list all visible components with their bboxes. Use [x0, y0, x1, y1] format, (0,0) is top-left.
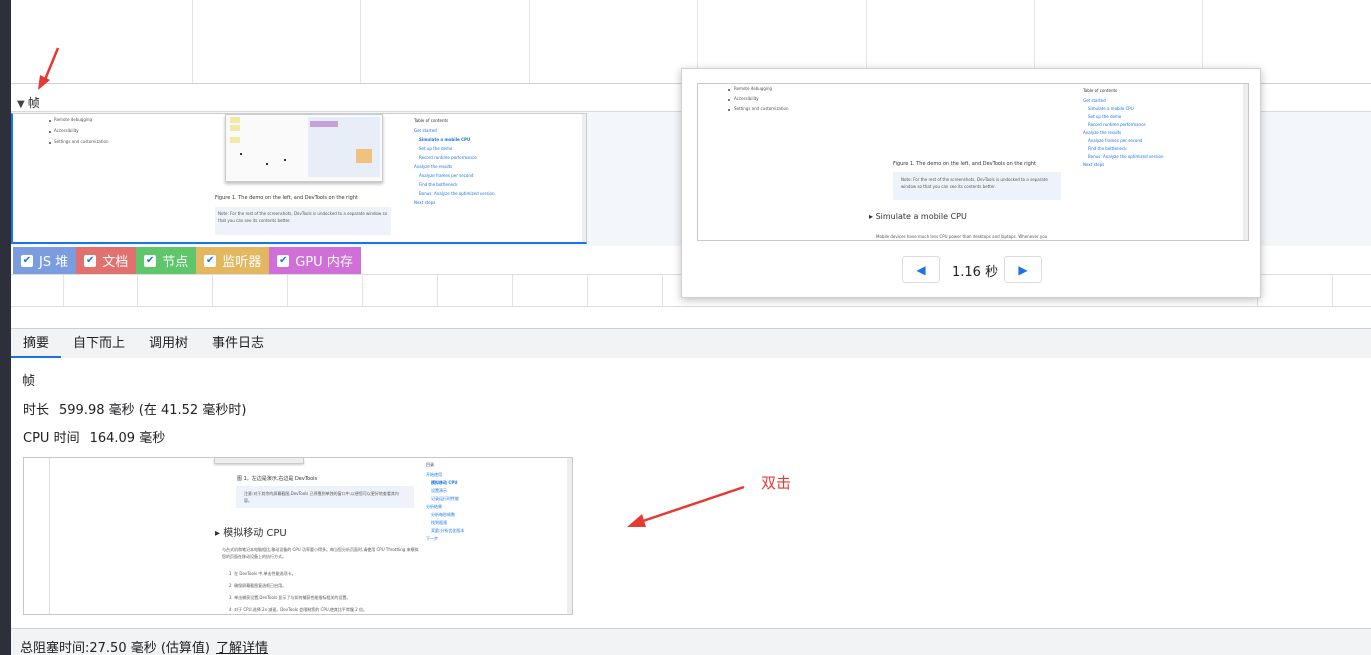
- demo-image: [225, 114, 383, 182]
- thumb-toc-title: Table of contents: [414, 118, 449, 123]
- checkbox-checked-icon[interactable]: ✔: [21, 254, 33, 267]
- screenshot-popover: Remote debugging Accessibility Settings …: [681, 68, 1261, 298]
- thumb-scrollbar: [582, 114, 586, 242]
- triangle-right-icon: ▶: [1018, 262, 1028, 277]
- double-click-annotation: 双击: [761, 474, 792, 492]
- duration-row: 时长 599.98 毫秒 (在 41.52 毫秒时): [23, 399, 246, 418]
- legend-nodes[interactable]: ✔ 节点: [136, 247, 197, 274]
- next-frame-button[interactable]: ▶: [1004, 256, 1042, 283]
- preview-step: 1 在 DevTools 中,单击性能选项卡。: [229, 571, 296, 576]
- tab-bottom-up[interactable]: 自下而上: [61, 329, 137, 358]
- duration-label: 时长: [23, 403, 50, 418]
- tab-event-log[interactable]: 事件日志: [200, 329, 276, 358]
- preview-scrollbar: [567, 458, 572, 614]
- frame-time: 1.16 秒: [952, 265, 999, 280]
- legend-gpu-memory[interactable]: ✔ GPU 内存: [269, 247, 361, 274]
- learn-more-link[interactable]: 了解详情: [216, 641, 268, 655]
- preview-step: 4 对于 CPU,选择 2x 减速。DevTools 会限制您的 CPU,使其比…: [229, 607, 368, 612]
- thumb-bullet: Accessibility: [54, 128, 79, 133]
- thumb-bullet: Remote debugging: [54, 117, 93, 122]
- preview-step: 3 单击捕获设置,DevTools 显示了与如何捕获性能指标相关的设置。: [229, 595, 351, 600]
- total-blocking-time: 总阻塞时间:27.50 毫秒 (估算值): [20, 641, 211, 655]
- duration-value: 599.98 毫秒: [59, 403, 135, 418]
- frame-screenshot-preview[interactable]: 图 1。左边是演示,右边是 DevTools 注意:对于其余的屏幕截图,DevT…: [23, 457, 573, 615]
- summary-title: 帧: [22, 374, 36, 389]
- popover-scrollbar: [1243, 84, 1248, 240]
- summary-panel: 帧 时长 599.98 毫秒 (在 41.52 毫秒时) CPU 时间 164.09…: [11, 358, 1371, 628]
- legend-js-heap[interactable]: ✔ JS 堆: [13, 247, 77, 274]
- legend-documents[interactable]: ✔ 文档: [76, 247, 137, 274]
- cpu-time-label: CPU 时间: [23, 431, 80, 446]
- frames-label[interactable]: ▼ 帧: [17, 94, 40, 111]
- preview-step: 2 确保屏幕截图复选框已启用。: [229, 583, 287, 588]
- popover-navigation: ◀ 1.16 秒 ▶: [682, 256, 1262, 283]
- cpu-time-row: CPU 时间 164.09 毫秒: [23, 427, 165, 446]
- preview-heading: ▸ 模拟移动 CPU: [215, 528, 287, 539]
- preview-caption: 图 1。左边是演示,右边是 DevTools: [237, 476, 318, 482]
- memory-legend: ✔ JS 堆 ✔ 文档 ✔ 节点 ✔ 监听器 ✔ GPU 内存: [13, 247, 361, 274]
- popover-heading: ▸ Simulate a mobile CPU: [869, 212, 967, 221]
- preview-toc-title: 目录: [426, 462, 434, 467]
- preview-note-box: 注意:对于其余的屏幕截图,DevTools 已停靠到单独的窗口中,以便您可以更好…: [236, 486, 414, 508]
- frame-screenshot-thumbnail[interactable]: Remote debugging Accessibility Settings …: [11, 113, 587, 244]
- checkbox-checked-icon[interactable]: ✔: [144, 254, 157, 267]
- duration-at: (在 41.52 毫秒时): [138, 403, 247, 418]
- previous-frame-button[interactable]: ◀: [902, 256, 940, 283]
- details-tabbar: 摘要 自下而上 调用树 事件日志: [11, 328, 1371, 358]
- left-edge-bar: [0, 0, 11, 655]
- thumb-note-box: Note: For the rest of the screenshots, D…: [215, 207, 391, 235]
- status-footer: 总阻塞时间:27.50 毫秒 (估算值) 了解详情: [11, 628, 1371, 655]
- thumb-bullet: Settings and customization: [54, 139, 109, 144]
- checkbox-checked-icon[interactable]: ✔: [84, 254, 97, 267]
- checkbox-checked-icon[interactable]: ✔: [204, 254, 217, 267]
- preview-paragraph: 与台式机和笔记本电脑相比,移动设备的 CPU 功率要小得多。每当您分析页面时,请…: [222, 547, 419, 559]
- tab-summary[interactable]: 摘要: [11, 329, 62, 358]
- triangle-left-icon: ◀: [916, 262, 926, 277]
- popover-screenshot[interactable]: Remote debugging Accessibility Settings …: [697, 83, 1249, 241]
- checkbox-checked-icon[interactable]: ✔: [277, 254, 290, 267]
- thumb-caption: Figure 1. The demo on the left, and DevT…: [215, 195, 358, 201]
- collapse-triangle-icon[interactable]: ▼: [17, 99, 25, 110]
- legend-listeners[interactable]: ✔ 监听器: [196, 247, 270, 274]
- tab-call-tree[interactable]: 调用树: [137, 329, 200, 358]
- cpu-time-value: 164.09 毫秒: [89, 431, 166, 446]
